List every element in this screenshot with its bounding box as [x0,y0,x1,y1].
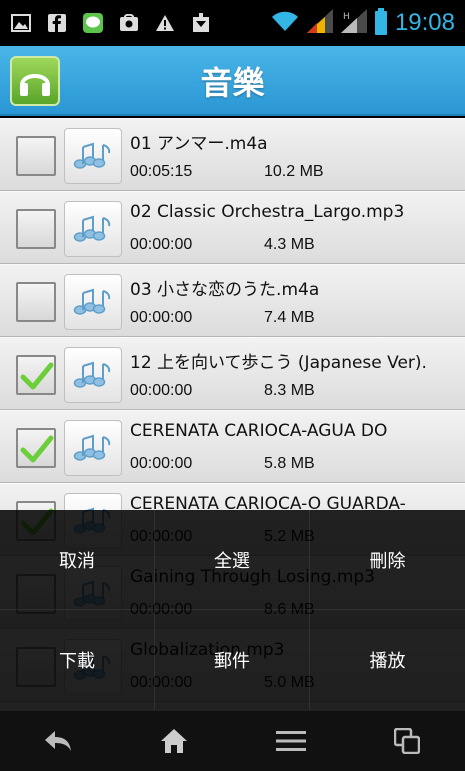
song-duration: 00:00:00 [130,382,193,399]
status-bar: H 19:08 [0,0,465,46]
song-title: 02 Classic Orchestra_Largo.mp3 [130,202,405,222]
music-note-icon [64,128,122,184]
song-duration: 00:00:00 [130,455,193,472]
play-button[interactable]: 播放 [310,610,465,710]
download-icon [190,12,212,34]
song-size: 7.4 MB [264,309,315,326]
email-button[interactable]: 郵件 [155,610,310,710]
alert-icon [154,12,176,34]
song-size: 10.2 MB [264,163,324,180]
clock: 19:08 [394,9,455,36]
delete-button[interactable]: 刪除 [310,510,465,610]
signal-icon [306,9,333,37]
battery-icon [374,8,387,35]
music-note-icon [64,274,122,330]
song-checkbox[interactable] [16,282,56,322]
music-note-icon [64,420,122,476]
title-bar: 音樂 [0,46,465,116]
song-duration: 00:00:00 [130,309,193,326]
music-note-icon [64,347,122,403]
song-row[interactable]: 02 Classic Orchestra_Largo.mp3 00:00:00 4.… [0,191,465,264]
signal-2-icon: H [340,9,367,37]
action-menu: 取消 全選 刪除 下載 郵件 播放 [0,510,465,710]
song-checkbox[interactable] [16,428,56,468]
song-size: 5.8 MB [264,455,315,472]
line-icon [82,12,104,34]
gallery-icon [10,12,32,34]
home-icon[interactable] [144,716,204,766]
select-all-button[interactable]: 全選 [155,510,310,610]
page-title: 音樂 [200,64,265,102]
wifi-icon [271,10,299,36]
song-size: 4.3 MB [264,236,315,253]
cancel-button[interactable]: 取消 [0,510,155,610]
song-row[interactable]: 12 上を向いて歩こう (Japanese Ver). 00:00:00 8.3 M… [0,337,465,410]
download-button[interactable]: 下載 [0,610,155,710]
back-icon[interactable] [28,716,88,766]
song-duration: 00:00:00 [130,236,193,253]
song-duration: 00:05:15 [130,163,193,180]
menu-icon[interactable] [261,716,321,766]
music-note-icon [64,201,122,257]
song-checkbox[interactable] [16,209,56,249]
recent-apps-icon[interactable] [377,716,437,766]
song-row[interactable]: 03 小さな恋のうた.m4a 00:00:00 7.4 MB [0,264,465,337]
song-title: 03 小さな恋のうた.m4a [130,280,320,300]
nav-bar [0,710,465,771]
song-title: 12 上を向いて歩こう (Japanese Ver). [130,353,427,373]
facebook-icon [46,12,68,34]
song-checkbox[interactable] [16,136,56,176]
song-title: CERENATA CARIOCA-AGUA DO [130,421,388,441]
svg-text:H: H [343,12,350,22]
song-title: 01 アンマー.m4a [130,134,268,154]
store-icon [118,12,140,34]
song-size: 8.3 MB [264,382,315,399]
song-row[interactable]: CERENATA CARIOCA-AGUA DO 00:00:00 5.8 MB [0,410,465,483]
song-checkbox[interactable] [16,355,56,395]
song-row[interactable]: 01 アンマー.m4a 00:05:15 10.2 MB [0,118,465,191]
